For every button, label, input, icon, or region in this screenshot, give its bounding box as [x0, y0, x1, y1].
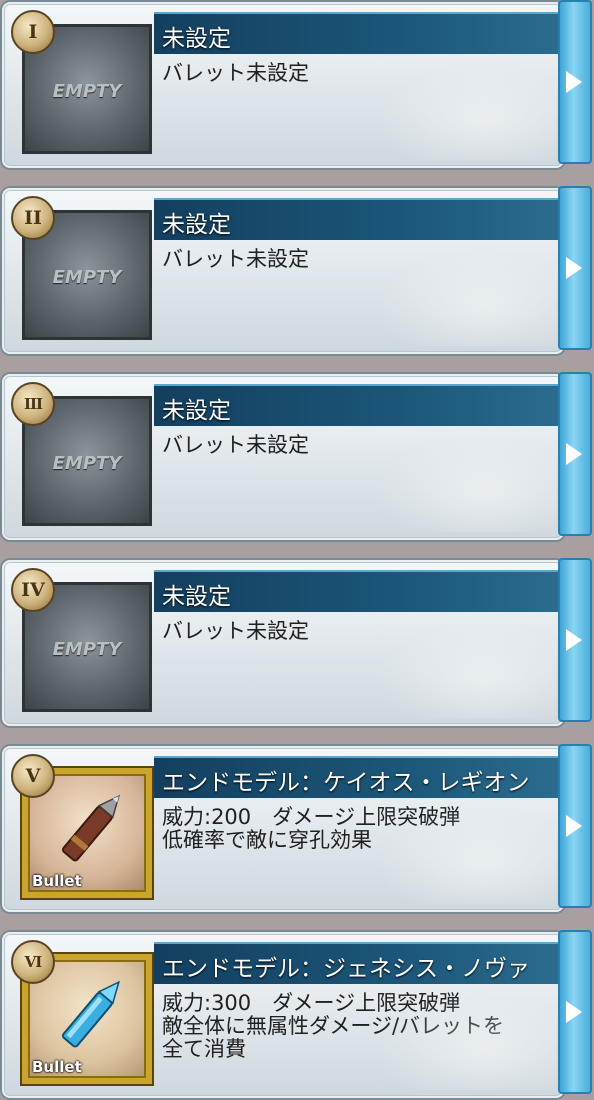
slot-description-line: バレット未設定 [162, 619, 309, 643]
slot-title: 未設定 [162, 26, 231, 52]
slot-description: バレット未設定 [162, 62, 552, 85]
slot-title: エンドモデル：ジェネシス・ノヴァ [162, 956, 530, 982]
slot-title: エンドモデル：ケイオス・レギオン [162, 770, 530, 796]
slot-description-line: 全て消費 [162, 1037, 246, 1061]
slot-title-bar: 未設定 [154, 570, 562, 612]
bullet-slot-5[interactable]: エンドモデル：ケイオス・レギオン 威力:200 ダメージ上限突破弾 低確率で敵に… [0, 744, 594, 914]
slot-title: 未設定 [162, 584, 231, 610]
empty-label: EMPTY [52, 267, 122, 288]
slot-description: バレット未設定 [162, 434, 552, 457]
bullet-icon [61, 794, 120, 862]
slot-number-badge: I [11, 10, 55, 54]
slot-description-line: 威力:200 ダメージ上限突破弾 [162, 805, 461, 829]
slot-open-button[interactable] [558, 186, 592, 350]
slot-number-badge: III [11, 382, 55, 426]
bullet-slot-2[interactable]: 未設定 バレット未設定 EMPTY II [0, 186, 594, 356]
slot-number-badge: V [11, 754, 55, 798]
bullet-slot-3[interactable]: 未設定 バレット未設定 EMPTY III [0, 372, 594, 542]
slot-number-badge: IV [11, 568, 55, 612]
slot-open-button[interactable] [558, 744, 592, 908]
slot-title: 未設定 [162, 398, 231, 424]
slot-card: 未設定 バレット未設定 EMPTY I [2, 2, 564, 168]
chevron-right-icon [566, 257, 582, 279]
chevron-right-icon [566, 815, 582, 837]
slot-card: エンドモデル：ジェネシス・ノヴァ 威力:300 ダメージ上限突破弾 敵全体に無属… [2, 932, 564, 1098]
slot-number-badge: II [11, 196, 55, 240]
bullet-label: Bullet [32, 872, 82, 890]
slot-description-line: バレット未設定 [162, 433, 309, 457]
bullet-slot-6[interactable]: エンドモデル：ジェネシス・ノヴァ 威力:300 ダメージ上限突破弾 敵全体に無属… [0, 930, 594, 1100]
slot-card: 未設定 バレット未設定 EMPTY IV [2, 560, 564, 726]
slot-card: 未設定 バレット未設定 EMPTY III [2, 374, 564, 540]
chevron-right-icon [566, 629, 582, 651]
slot-description-line: バレット未設定 [162, 61, 309, 85]
chevron-right-icon [566, 71, 582, 93]
empty-label: EMPTY [52, 81, 122, 102]
chevron-right-icon [566, 1001, 582, 1023]
slot-open-button[interactable] [558, 558, 592, 722]
slot-open-button[interactable] [558, 0, 592, 164]
slot-description: バレット未設定 [162, 620, 552, 643]
slot-description-line: 低確率で敵に穿孔効果 [162, 828, 372, 852]
slot-title-bar: エンドモデル：ケイオス・レギオン [154, 756, 562, 798]
slot-number-badge: VI [11, 940, 55, 984]
slot-description-line: 威力:300 ダメージ上限突破弾 [162, 991, 461, 1015]
slot-card: エンドモデル：ケイオス・レギオン 威力:200 ダメージ上限突破弾 低確率で敵に… [2, 746, 564, 912]
empty-label: EMPTY [52, 639, 122, 660]
slot-title-bar: 未設定 [154, 12, 562, 54]
bullet-icon [61, 980, 120, 1048]
chevron-right-icon [566, 443, 582, 465]
slot-title: 未設定 [162, 212, 231, 238]
slot-title-bar: エンドモデル：ジェネシス・ノヴァ [154, 942, 562, 984]
bullet-slot-4[interactable]: 未設定 バレット未設定 EMPTY IV [0, 558, 594, 728]
slot-description-line: 敵全体に無属性ダメージ/バレットを [162, 1014, 505, 1038]
empty-label: EMPTY [52, 453, 122, 474]
slot-title-bar: 未設定 [154, 198, 562, 240]
slot-description: バレット未設定 [162, 248, 552, 271]
bullet-label: Bullet [32, 1058, 82, 1076]
slot-description: 威力:300 ダメージ上限突破弾 敵全体に無属性ダメージ/バレットを 全て消費 [162, 992, 552, 1061]
bullet-slot-1[interactable]: 未設定 バレット未設定 EMPTY I [0, 0, 594, 170]
slot-card: 未設定 バレット未設定 EMPTY II [2, 188, 564, 354]
slot-open-button[interactable] [558, 930, 592, 1094]
slot-open-button[interactable] [558, 372, 592, 536]
slot-description: 威力:200 ダメージ上限突破弾 低確率で敵に穿孔効果 [162, 806, 552, 852]
slot-title-bar: 未設定 [154, 384, 562, 426]
slot-description-line: バレット未設定 [162, 247, 309, 271]
